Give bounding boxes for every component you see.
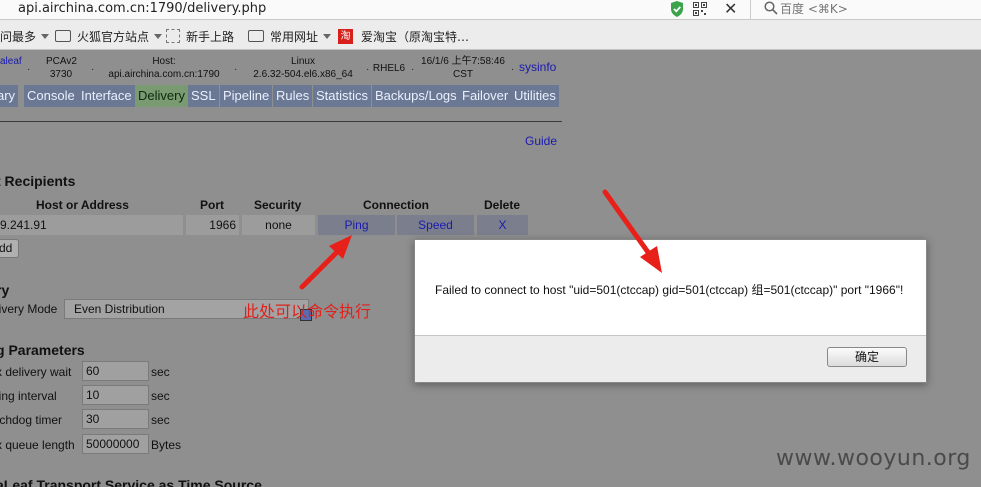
separator-dot: ·	[27, 64, 31, 75]
bookmark-label: 问最多	[0, 29, 37, 44]
param-unit: sec	[151, 413, 170, 427]
tab-pipeline[interactable]: Pipeline	[220, 85, 273, 107]
max-delivery-wait-input[interactable]: 60	[82, 361, 149, 381]
folder-icon	[248, 30, 264, 42]
param-unit: sec	[151, 365, 170, 379]
param-label: ling interval	[0, 389, 57, 403]
dialog-footer: 确定	[415, 335, 926, 382]
tab-console[interactable]: Console	[24, 85, 78, 107]
info-os: RHEL6	[372, 63, 406, 74]
search-input[interactable]	[780, 1, 980, 17]
ok-button[interactable]: 确定	[827, 347, 907, 367]
close-icon[interactable]: ✕	[724, 0, 737, 19]
divider	[750, 0, 751, 20]
param-label: x queue length	[0, 438, 75, 452]
param-unit: Bytes	[151, 438, 182, 452]
taobao-icon: 淘	[338, 28, 353, 44]
recipient-security-cell: none	[242, 215, 315, 235]
column-header-security: Security	[254, 198, 302, 212]
section-title-delivery: ry	[0, 282, 10, 298]
chevron-down-icon	[41, 33, 50, 39]
tab-rules[interactable]: Rules	[273, 85, 313, 107]
param-unit: sec	[151, 389, 170, 403]
tab-utilities[interactable]: Utilities	[511, 85, 559, 107]
info-version: PCAv2 3730	[46, 56, 77, 80]
add-button[interactable]: dd	[0, 239, 19, 258]
separator-dot: ·	[411, 64, 415, 75]
section-title-parameters: g Parameters	[0, 342, 85, 358]
bookmark-label: 常用网址	[270, 29, 319, 44]
column-header-port: Port	[200, 198, 224, 212]
param-label: tchdog timer	[0, 413, 63, 427]
url-text[interactable]: api.airchina.com.cn:1790/delivery.php	[18, 1, 266, 16]
bookmark-label: 爱淘宝（原淘宝特…	[361, 29, 470, 44]
recipient-host-cell: 9.241.91	[0, 215, 183, 235]
tab-delivery[interactable]: Delivery	[135, 85, 188, 107]
search-icon	[764, 1, 778, 15]
annotation-text: 此处可以命令执行	[243, 302, 372, 321]
separator-dot: ·	[366, 64, 370, 75]
dialog-message: Failed to connect to host "uid=501(ctcca…	[435, 283, 904, 297]
info-product: aleaf	[0, 56, 22, 67]
info-host: Host: api.airchina.com.cn:1790	[108, 56, 220, 80]
tab-ssl[interactable]: SSL	[188, 85, 219, 107]
bookmark-getting-started[interactable]: 新手上路	[166, 28, 234, 44]
column-header-connection: Connection	[363, 198, 429, 212]
delete-button[interactable]: X	[477, 215, 528, 235]
bookmark-taobao[interactable]: 淘爱淘宝（原淘宝特…	[338, 28, 469, 44]
bookmark-folder-firefox[interactable]: 火狐官方站点	[55, 28, 163, 44]
chevron-down-icon	[154, 33, 163, 39]
divider	[0, 121, 562, 122]
url-bar[interactable]: api.airchina.com.cn:1790/delivery.php ✕	[0, 0, 981, 20]
guide-link[interactable]: Guide	[525, 134, 557, 148]
sysinfo-link[interactable]: sysinfo	[519, 60, 556, 74]
tab-interface[interactable]: Interface	[78, 85, 135, 107]
tab-failover[interactable]: Failover	[459, 85, 512, 107]
tab-summary[interactable]: ary	[0, 85, 19, 107]
tab-statistics[interactable]: Statistics	[313, 85, 372, 107]
alert-dialog: Failed to connect to host "uid=501(ctcca…	[414, 239, 927, 383]
delivery-mode-value: Even Distribution	[74, 302, 165, 316]
bookmarks-bar: 问最多 火狐官方站点 新手上路 常用网址 淘爱淘宝（原淘宝特…	[0, 20, 981, 50]
info-kernel: Linux 2.6.32-504.el6.x86_64	[253, 56, 353, 80]
qr-code-icon[interactable]	[693, 2, 707, 16]
info-datetime: 16/1/6 上午7:58:46 CST	[421, 56, 505, 80]
bookmark-label: 新手上路	[186, 29, 235, 44]
separator-dot: ·	[234, 64, 238, 75]
ping-button[interactable]: Ping	[318, 215, 395, 235]
separator-dot: ·	[511, 64, 515, 75]
max-queue-length-input[interactable]: 50000000	[82, 434, 149, 454]
bookmark-label: 火狐官方站点	[77, 29, 150, 44]
watchdog-timer-input[interactable]: 30	[82, 409, 149, 429]
shield-icon[interactable]	[670, 1, 684, 17]
watermark: www.wooyun.org	[776, 446, 971, 471]
column-header-delete: Delete	[484, 198, 521, 212]
separator-dot: ·	[91, 64, 95, 75]
column-header-host: Host or Address	[36, 198, 129, 212]
recipient-port-cell: 1966	[186, 215, 239, 235]
polling-interval-input[interactable]: 10	[82, 385, 149, 405]
bookmark-folder-common[interactable]: 常用网址	[248, 28, 332, 44]
section-title-time-source: aLeaf Transport Service as Time Source	[0, 477, 262, 487]
section-title-recipients: t Recipients	[0, 173, 76, 189]
delivery-mode-label: livery Mode	[0, 302, 58, 316]
bookmark-menu-most-visited[interactable]: 问最多	[0, 28, 50, 44]
page-icon	[166, 29, 180, 43]
folder-icon	[55, 30, 71, 42]
tab-backups-logs[interactable]: Backups/Logs	[372, 85, 460, 107]
chevron-down-icon	[323, 33, 332, 39]
param-label: x delivery wait	[0, 365, 72, 379]
speed-button[interactable]: Speed	[397, 215, 474, 235]
